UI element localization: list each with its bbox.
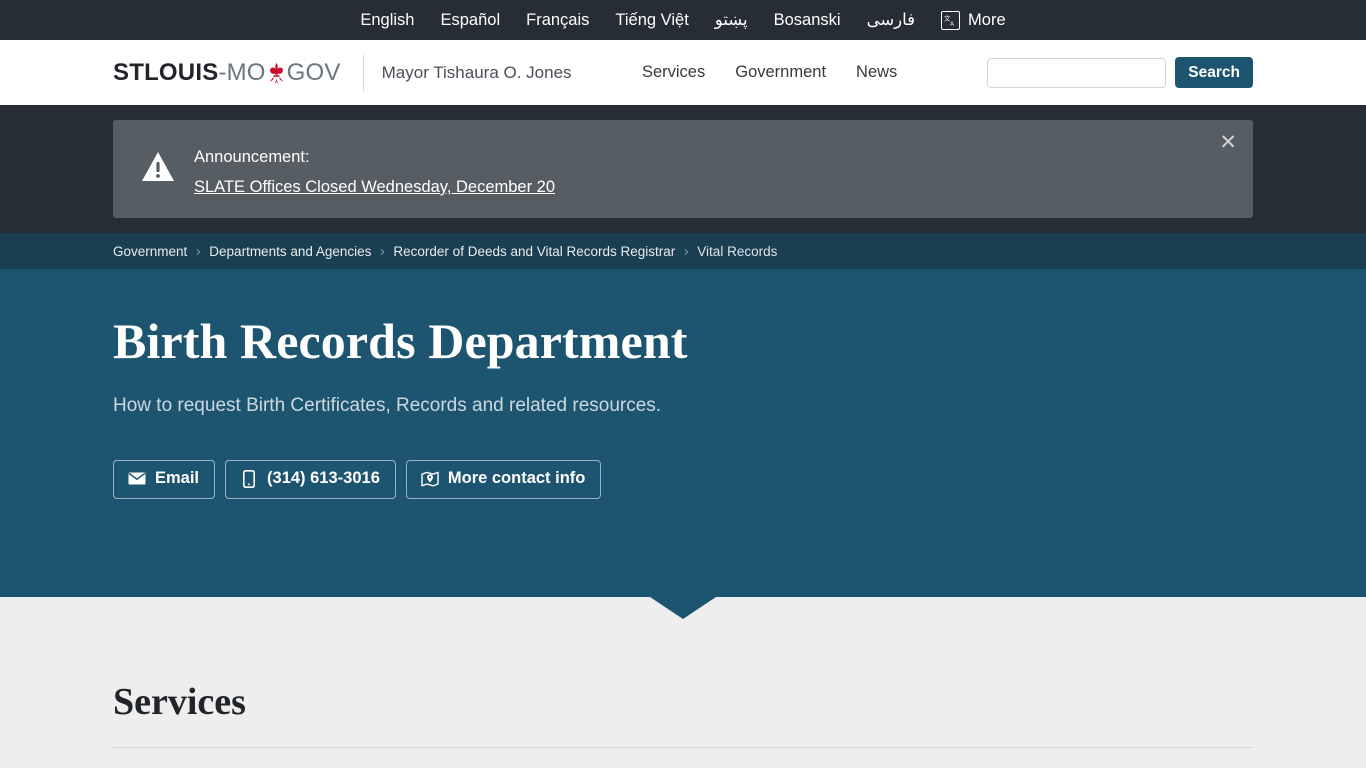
nav-services[interactable]: Services (642, 63, 705, 82)
brand: STLOUIS -MO GOV Mayor Tishaura O. Jones (113, 54, 572, 91)
logo-text-stlouis: STLOUIS (113, 58, 219, 86)
nav-government[interactable]: Government (735, 63, 826, 82)
nav-news[interactable]: News (856, 63, 897, 82)
breadcrumb-government[interactable]: Government (113, 244, 187, 259)
breadcrumb-vital-records: Vital Records (697, 243, 778, 259)
lang-pashto[interactable]: پښتو (715, 12, 748, 29)
announcement-link[interactable]: SLATE Offices Closed Wednesday, December… (194, 174, 555, 200)
mayor-name: Mayor Tishaura O. Jones (381, 62, 572, 82)
breadcrumb-departments-and-agencies[interactable]: Departments and Agencies (209, 244, 371, 259)
page-title: Birth Records Department (113, 313, 688, 370)
chevron-right-icon: › (195, 242, 201, 260)
mobile-phone-icon (240, 469, 258, 488)
main-content: Services Obtain Birth Certificate or Rec… (0, 597, 1366, 768)
lang-espanol[interactable]: Español (440, 12, 500, 29)
announcement-region: Announcement: SLATE Offices Closed Wedne… (0, 105, 1366, 234)
search-input[interactable] (987, 57, 1167, 88)
page-subtitle: How to request Birth Certificates, Recor… (113, 395, 662, 417)
more-contact-info-label: More contact info (447, 469, 586, 488)
lang-tieng-viet[interactable]: Tiếng Việt (615, 12, 688, 29)
chevron-right-icon: › (683, 242, 689, 260)
logo-text-mo: -MO (218, 58, 266, 86)
hero-notch-arrow (650, 597, 716, 620)
svg-text:A: A (950, 21, 954, 27)
announcement-text: Announcement: SLATE Offices Closed Wedne… (194, 137, 555, 200)
email-button[interactable]: Email (113, 460, 216, 499)
language-more-button[interactable]: 文 A More (941, 10, 1006, 30)
lang-francais[interactable]: Français (526, 12, 589, 29)
site-logo[interactable]: STLOUIS -MO GOV (113, 59, 341, 87)
breadcrumb-recorder-of-deeds[interactable]: Recorder of Deeds and Vital Records Regi… (393, 244, 675, 259)
email-button-label: Email (155, 469, 200, 488)
lang-farsi[interactable]: فارسی (867, 12, 915, 29)
search-form: Search (987, 57, 1253, 88)
lang-bosanski[interactable]: Bosanski (774, 12, 841, 29)
translate-icon: 文 A (941, 10, 961, 30)
header-divider (362, 54, 364, 91)
main-nav: Services Government News Search (642, 57, 1253, 88)
close-icon[interactable]: ✕ (1215, 128, 1241, 157)
warning-triangle-icon (141, 151, 175, 182)
language-bar: English Español Français Tiếng Việt پښتو… (0, 0, 1366, 40)
contact-buttons: Email (314) 613-3016 More contact info (113, 460, 1253, 499)
map-location-icon (421, 470, 439, 488)
lang-english[interactable]: English (360, 12, 414, 29)
fleur-de-lis-icon (267, 62, 286, 86)
announcement-banner: Announcement: SLATE Offices Closed Wedne… (113, 120, 1253, 219)
search-button[interactable]: Search (1175, 57, 1253, 88)
more-contact-info-button[interactable]: More contact info (405, 460, 602, 499)
breadcrumb-bar: Government › Departments and Agencies › … (0, 233, 1366, 270)
breadcrumb: Government › Departments and Agencies › … (113, 244, 777, 259)
language-more-label: More (968, 10, 1006, 29)
announcement-label: Announcement: (194, 148, 310, 166)
envelope-icon (128, 470, 146, 488)
site-header: STLOUIS -MO GOV Mayor Tishaura O. Jones … (0, 40, 1366, 105)
phone-button[interactable]: (314) 613-3016 (225, 460, 396, 499)
hero-section: Birth Records Department How to request … (0, 269, 1366, 620)
phone-button-label: (314) 613-3016 (267, 469, 380, 488)
section-divider (113, 747, 1253, 749)
chevron-right-icon: › (379, 242, 385, 260)
logo-text-gov: GOV (286, 58, 341, 86)
